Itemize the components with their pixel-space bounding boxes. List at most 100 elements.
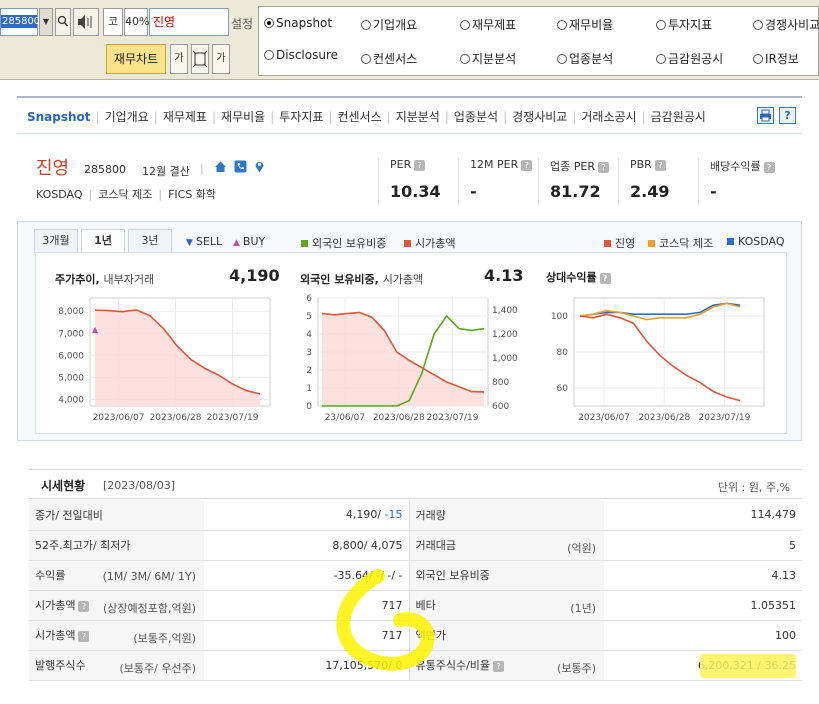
- y-right-tick-label: 800: [492, 378, 509, 388]
- font-size-large-button[interactable]: 가: [212, 44, 230, 74]
- nav-tab-0[interactable]: Snapshot: [27, 110, 91, 124]
- price-chart-title: 주가추이, 내부자거래: [55, 273, 155, 286]
- nav-tab-6[interactable]: 지분분석: [396, 110, 440, 124]
- radio-investment-indicators[interactable]: 투자지표: [656, 16, 712, 33]
- nav-tab-2[interactable]: 재무제표: [163, 110, 207, 124]
- nav-separator: |: [211, 110, 217, 124]
- row-value-cell: 100: [604, 620, 802, 651]
- company-links: [214, 160, 269, 176]
- radio-dot: [460, 20, 470, 30]
- nav-tab-8[interactable]: 경쟁사비교: [512, 110, 567, 124]
- row-label-cell: 시가총액? (보통주,억원): [29, 620, 204, 651]
- radio-ir-info[interactable]: IR정보: [753, 50, 799, 67]
- legend-label: 진영: [615, 237, 636, 250]
- help-icon[interactable]: ?: [78, 601, 90, 612]
- x-tick-label: 2023/07/19: [207, 413, 259, 423]
- row-value: 100: [775, 628, 796, 642]
- radio-company-overview[interactable]: 기업개요: [361, 16, 417, 33]
- print-button[interactable]: [757, 107, 774, 124]
- tab-1-year[interactable]: 1년: [81, 229, 125, 253]
- help-icon[interactable]: ?: [654, 160, 666, 171]
- radio-share-analysis[interactable]: 지분분석: [460, 50, 516, 67]
- radio-label: 재무비율: [569, 18, 614, 32]
- legend-swatch: [404, 240, 411, 247]
- radio-consensus[interactable]: 컨센서스: [361, 50, 417, 67]
- nav-tab-4[interactable]: 투자지표: [279, 110, 323, 124]
- nav-tab-7[interactable]: 업종분석: [454, 110, 498, 124]
- location-icon[interactable]: [253, 160, 266, 174]
- row-hint: (보통주/ 우선주): [119, 661, 196, 675]
- help-icon: ?: [784, 109, 791, 122]
- panel-subtitle: 시가총액: [382, 273, 424, 286]
- expand-button[interactable]: [191, 44, 209, 74]
- phone-icon[interactable]: [234, 160, 247, 174]
- metric-label: 배당수익률: [710, 160, 761, 173]
- radio-label: 투자지표: [668, 18, 713, 32]
- nav-separator: |: [386, 110, 391, 124]
- nav-tab-9[interactable]: 거래소공시: [581, 110, 636, 124]
- metric-divider: [618, 158, 619, 204]
- radio-label: 재무제표: [472, 18, 517, 32]
- radio-snapshot[interactable]: Snapshot: [264, 16, 332, 30]
- stock-name-field[interactable]: 진영: [149, 8, 229, 36]
- radio-competitor-comparison[interactable]: 경쟁사비교: [753, 16, 819, 33]
- radio-financial-statements[interactable]: 재무제표: [460, 16, 516, 33]
- row-label: 거래량: [415, 508, 446, 522]
- metric-label: 12M PER: [470, 158, 519, 171]
- row-label: 종가/ 전일대비: [35, 508, 103, 522]
- row-value: 4,190/: [345, 508, 385, 522]
- search-button[interactable]: [55, 8, 71, 36]
- price-chart-value: 4,190: [229, 266, 280, 285]
- radio-industry-analysis[interactable]: 업종분석: [557, 50, 613, 67]
- y-left-tick-label: 1: [306, 384, 312, 394]
- legend-swatch: [648, 240, 655, 247]
- tab-3-year[interactable]: 3년: [128, 229, 172, 253]
- help-icon[interactable]: ?: [763, 162, 775, 173]
- row-hint: (1M/ 3M/ 6M/ 1Y): [102, 569, 196, 583]
- radio-dot: [557, 54, 567, 64]
- help-icon[interactable]: ?: [597, 162, 609, 173]
- y-right-tick-label: 1,400: [492, 306, 518, 316]
- sound-button[interactable]: [73, 8, 99, 36]
- help-icon[interactable]: ?: [599, 273, 611, 284]
- row-hint: (억원): [567, 541, 596, 555]
- tab-3-month[interactable]: 3개월: [34, 229, 78, 253]
- settings-label[interactable]: 설정: [231, 15, 253, 32]
- fics-name: FICS 화학: [168, 188, 217, 201]
- y-tick-label: 80: [557, 348, 569, 358]
- font-size-small-button[interactable]: 가: [170, 44, 188, 74]
- help-icon[interactable]: ?: [521, 160, 533, 171]
- financial-chart-button[interactable]: 재무차트: [106, 44, 166, 74]
- radio-dot: [557, 20, 567, 30]
- magnifier-icon: [57, 15, 69, 27]
- nav-tab-5[interactable]: 컨센서스: [337, 110, 381, 124]
- legend-label: KOSDAQ: [738, 235, 785, 248]
- y-right-tick-label: 1,200: [492, 330, 518, 340]
- home-icon[interactable]: [214, 160, 227, 174]
- help-icon[interactable]: ?: [414, 160, 426, 171]
- company-code: 285800: [84, 163, 126, 176]
- row-label-cell: 종가/ 전일대비: [29, 500, 204, 531]
- top-toolbar: 285800 ▼ 코 40% 진영 설정 재무차트 가 가 Snapshot 기…: [0, 0, 819, 80]
- y-left-tick-label: 2: [306, 366, 312, 376]
- y-left-tick-label: 6: [306, 294, 312, 304]
- help-icon[interactable]: ?: [78, 631, 90, 642]
- mktcap-area: [322, 312, 484, 406]
- code-dropdown-button[interactable]: ▼: [39, 8, 53, 36]
- help-button[interactable]: ?: [779, 107, 796, 124]
- price-section-title: 시세현황: [41, 479, 86, 493]
- radio-fss-disclosure[interactable]: 금감원공시: [656, 50, 723, 67]
- radio-disclosure[interactable]: Disclosure: [264, 48, 338, 62]
- nav-tab-10[interactable]: 금감원공시: [651, 110, 706, 124]
- radio-financial-ratios[interactable]: 재무비율: [557, 16, 613, 33]
- row-hint: (보통주,억원): [133, 631, 196, 645]
- row-label: 52주.최고가/ 최저가: [35, 539, 131, 552]
- row-value: 1.05351: [750, 598, 797, 612]
- price-chart-svg: 8,000 7,000 6,000 5,000 4,000 2023/06/07 2023/…: [58, 297, 271, 423]
- metric-value: 10.34: [390, 182, 441, 201]
- stock-code-input[interactable]: 285800: [0, 8, 40, 36]
- nav-tab-1[interactable]: 기업개요: [105, 110, 149, 124]
- help-icon[interactable]: ?: [493, 661, 505, 672]
- nav-tab-3[interactable]: 재무비율: [221, 110, 265, 124]
- row-change: -15: [384, 508, 403, 522]
